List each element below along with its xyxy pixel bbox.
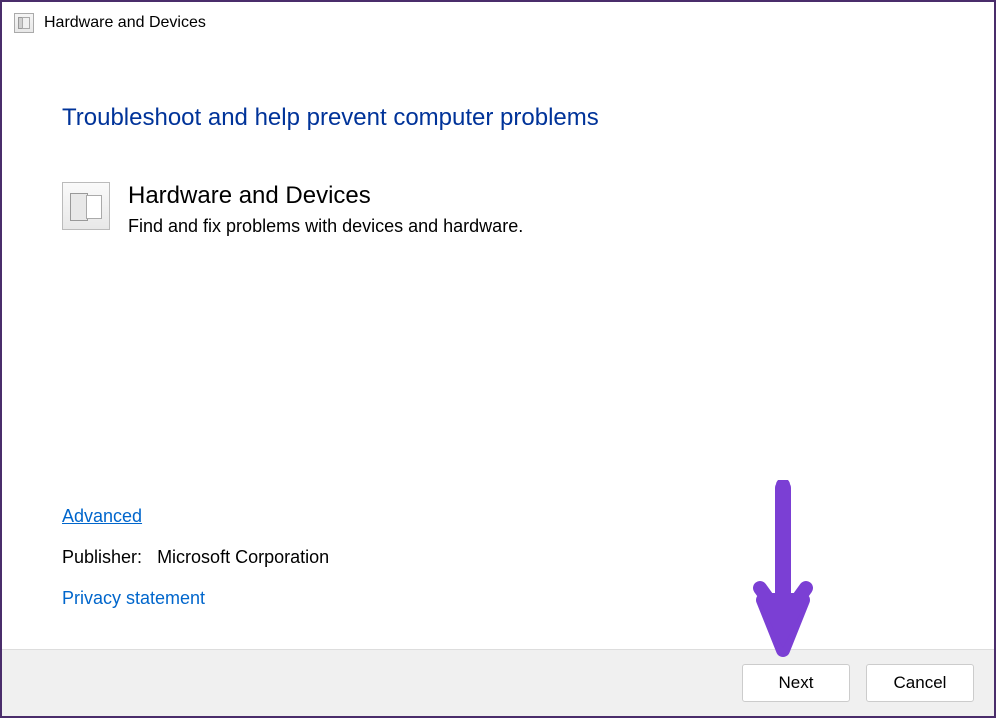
troubleshooter-title: Hardware and Devices xyxy=(128,182,523,210)
next-button[interactable]: Next xyxy=(742,664,850,702)
troubleshooter-text: Hardware and Devices Find and fix proble… xyxy=(128,182,523,237)
page-heading: Troubleshoot and help prevent computer p… xyxy=(62,104,934,132)
publisher-info: Publisher: Microsoft Corporation xyxy=(62,547,934,568)
content-area: Troubleshoot and help prevent computer p… xyxy=(2,44,994,649)
cancel-button[interactable]: Cancel xyxy=(866,664,974,702)
privacy-statement-link[interactable]: Privacy statement xyxy=(62,588,205,609)
troubleshooter-window: Hardware and Devices Troubleshoot and he… xyxy=(0,0,996,718)
button-bar: Next Cancel xyxy=(2,649,994,716)
troubleshooter-description: Find and fix problems with devices and h… xyxy=(128,216,523,237)
advanced-link[interactable]: Advanced xyxy=(62,506,142,527)
title-bar: Hardware and Devices xyxy=(2,2,994,44)
publisher-label: Publisher: xyxy=(62,547,142,567)
device-icon xyxy=(62,182,110,230)
lower-links-section: Advanced Publisher: Microsoft Corporatio… xyxy=(62,506,934,629)
troubleshooter-item: Hardware and Devices Find and fix proble… xyxy=(62,182,934,237)
window-title: Hardware and Devices xyxy=(44,14,206,32)
publisher-value: Microsoft Corporation xyxy=(157,547,329,567)
hardware-devices-icon xyxy=(14,13,34,33)
